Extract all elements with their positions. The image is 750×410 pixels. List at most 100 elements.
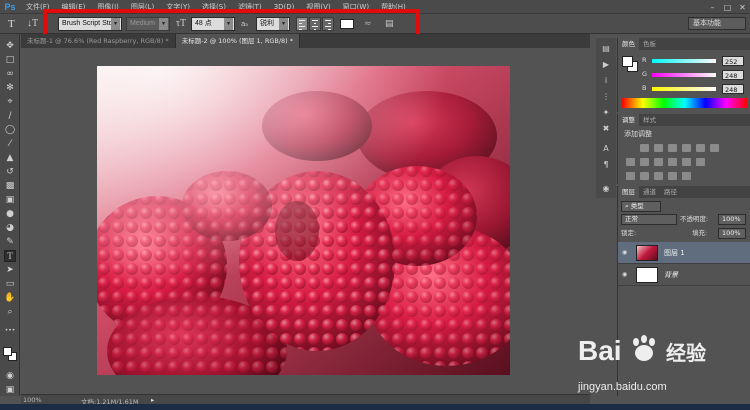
photo-filter-icon[interactable] — [654, 158, 663, 166]
color-spectrum[interactable] — [622, 98, 747, 108]
document-tab-1[interactable]: 未标题-1 @ 76.6% (Red Raspberry, RGB/8) * — [21, 34, 176, 48]
zoom-tool-icon[interactable]: ⌕ — [4, 306, 16, 318]
text-color-swatch[interactable] — [340, 19, 354, 29]
color-lookup-icon[interactable] — [682, 158, 691, 166]
font-size-select[interactable]: 48 点 ▾ — [191, 17, 235, 31]
channel-mixer-icon[interactable] — [668, 158, 677, 166]
eyedropper-tool-icon[interactable]: ∕ — [4, 110, 16, 122]
marquee-tool-icon[interactable]: □ — [4, 54, 16, 66]
history-icon[interactable]: ▤ — [600, 42, 612, 54]
font-family-select[interactable]: Brush Script Std ▾ — [58, 17, 122, 31]
menu-file[interactable]: 文件(F) — [20, 2, 56, 12]
tool-presets-icon[interactable]: ✖ — [600, 122, 612, 134]
eye-icon[interactable]: ◉ — [622, 271, 630, 279]
tab-paths[interactable]: 路径 — [660, 186, 681, 198]
menu-select[interactable]: 选择(S) — [196, 2, 232, 12]
more-tools-icon[interactable]: ••• — [4, 324, 16, 336]
workspace-select[interactable]: 基本功能 — [688, 17, 746, 30]
hand-tool-icon[interactable]: ✋ — [4, 292, 16, 304]
warp-text-icon[interactable]: ≈ — [364, 17, 376, 31]
zoom-level[interactable]: 100% — [23, 396, 42, 404]
eraser-tool-icon[interactable]: ▩ — [4, 180, 16, 192]
blue-track[interactable] — [652, 87, 716, 91]
color-balance-icon[interactable] — [626, 158, 635, 166]
red-slider[interactable]: R 252 — [642, 56, 748, 66]
type-tool-icon[interactable]: T — [4, 250, 16, 262]
posterize-icon[interactable] — [640, 172, 649, 180]
eye-icon[interactable]: ◉ — [622, 249, 630, 257]
align-left-button[interactable] — [296, 17, 308, 31]
minimize-icon[interactable]: – — [705, 0, 720, 14]
pen-tool-icon[interactable]: ✎ — [4, 236, 16, 248]
dodge-tool-icon[interactable]: ◕ — [4, 222, 16, 234]
layer-kind-filter[interactable]: ⌕ 类型 — [621, 201, 661, 212]
gradient-map-icon[interactable] — [668, 172, 677, 180]
menu-help[interactable]: 帮助(H) — [375, 2, 412, 12]
green-track[interactable] — [652, 73, 716, 77]
quick-select-icon[interactable]: ✻ — [4, 82, 16, 94]
crop-tool-icon[interactable]: ⌖ — [4, 96, 16, 108]
character-icon[interactable]: A — [600, 142, 612, 154]
layer-row-layer1[interactable]: ◉ 图层 1 — [618, 242, 750, 264]
blur-tool-icon[interactable]: ● — [4, 208, 16, 220]
quick-mask-icon[interactable]: ◉ — [4, 370, 16, 382]
font-style-select[interactable]: Medium ▾ — [126, 17, 170, 31]
hue-saturation-icon[interactable] — [710, 144, 719, 152]
status-arrow-icon[interactable]: ▸ — [151, 396, 154, 404]
lasso-tool-icon[interactable]: ∞ — [4, 68, 16, 80]
blue-slider[interactable]: B 248 — [642, 84, 748, 94]
selective-color-icon[interactable] — [682, 172, 691, 180]
fill-input[interactable]: 100% — [718, 228, 746, 239]
close-icon[interactable]: ✕ — [735, 0, 750, 14]
tab-channels[interactable]: 通道 — [639, 186, 660, 198]
menu-image[interactable]: 图像(I) — [91, 2, 125, 12]
text-orientation-icon[interactable]: ↓T — [27, 17, 38, 31]
tab-swatches[interactable]: 色板 — [639, 38, 660, 50]
type-tool-icon[interactable]: T — [8, 17, 20, 31]
foreground-color-chip[interactable] — [622, 56, 633, 67]
levels-icon[interactable] — [654, 144, 663, 152]
opacity-input[interactable]: 100% — [718, 214, 746, 225]
shape-tool-icon[interactable]: ▭ — [4, 278, 16, 290]
raspberry-image[interactable] — [97, 66, 510, 375]
tab-adjustments[interactable]: 调整 — [618, 114, 639, 126]
brush-tool-icon[interactable]: ⁄ — [4, 138, 16, 150]
align-center-button[interactable] — [309, 17, 321, 31]
3d-panel-icon[interactable]: ◉ — [600, 182, 612, 194]
antialias-select[interactable]: 锐利 ▾ — [256, 17, 290, 31]
curves-icon[interactable] — [668, 144, 677, 152]
grid-adjust-icon[interactable] — [696, 158, 705, 166]
menu-type[interactable]: 文字(Y) — [160, 2, 196, 12]
panels-toggle-icon[interactable]: ▤ — [385, 17, 399, 31]
document-tab-2[interactable]: 未标题-2 @ 100% (图层 1, RGB/8) * — [175, 34, 301, 48]
blend-mode-select[interactable]: 正常 — [621, 214, 677, 225]
threshold-icon[interactable] — [654, 172, 663, 180]
canvas-area[interactable] — [21, 48, 590, 394]
maximize-icon[interactable]: □ — [720, 0, 735, 14]
gradient-tool-icon[interactable]: ▣ — [4, 194, 16, 206]
properties-icon[interactable]: ⋮ — [600, 90, 612, 102]
red-value[interactable]: 252 — [722, 56, 744, 66]
history-brush-icon[interactable]: ↺ — [4, 166, 16, 178]
black-white-icon[interactable] — [640, 158, 649, 166]
actions-icon[interactable]: ▶ — [600, 58, 612, 70]
menu-edit[interactable]: 编辑(E) — [56, 2, 92, 12]
healing-brush-icon[interactable]: ◯ — [4, 124, 16, 136]
layer-row-background[interactable]: ◉ 背景 — [618, 264, 750, 286]
move-tool-icon[interactable]: ✥ — [4, 40, 16, 52]
invert-icon[interactable] — [626, 172, 635, 180]
tab-layers[interactable]: 图层 — [618, 186, 639, 198]
clone-stamp-icon[interactable]: ▲ — [4, 152, 16, 164]
menu-3d[interactable]: 3D(D) — [268, 3, 301, 11]
blue-value[interactable]: 248 — [722, 84, 744, 94]
foreground-background-swatch[interactable] — [3, 347, 17, 361]
path-select-icon[interactable]: ➤ — [4, 264, 16, 276]
menu-view[interactable]: 视图(V) — [300, 2, 336, 12]
tab-color[interactable]: 颜色 — [618, 38, 639, 50]
screen-mode-icon[interactable]: ▣ — [4, 384, 16, 396]
red-track[interactable] — [652, 59, 716, 63]
green-value[interactable]: 248 — [722, 70, 744, 80]
info-icon[interactable]: i — [600, 74, 612, 86]
green-slider[interactable]: G 248 — [642, 70, 748, 80]
exposure-icon[interactable] — [682, 144, 691, 152]
